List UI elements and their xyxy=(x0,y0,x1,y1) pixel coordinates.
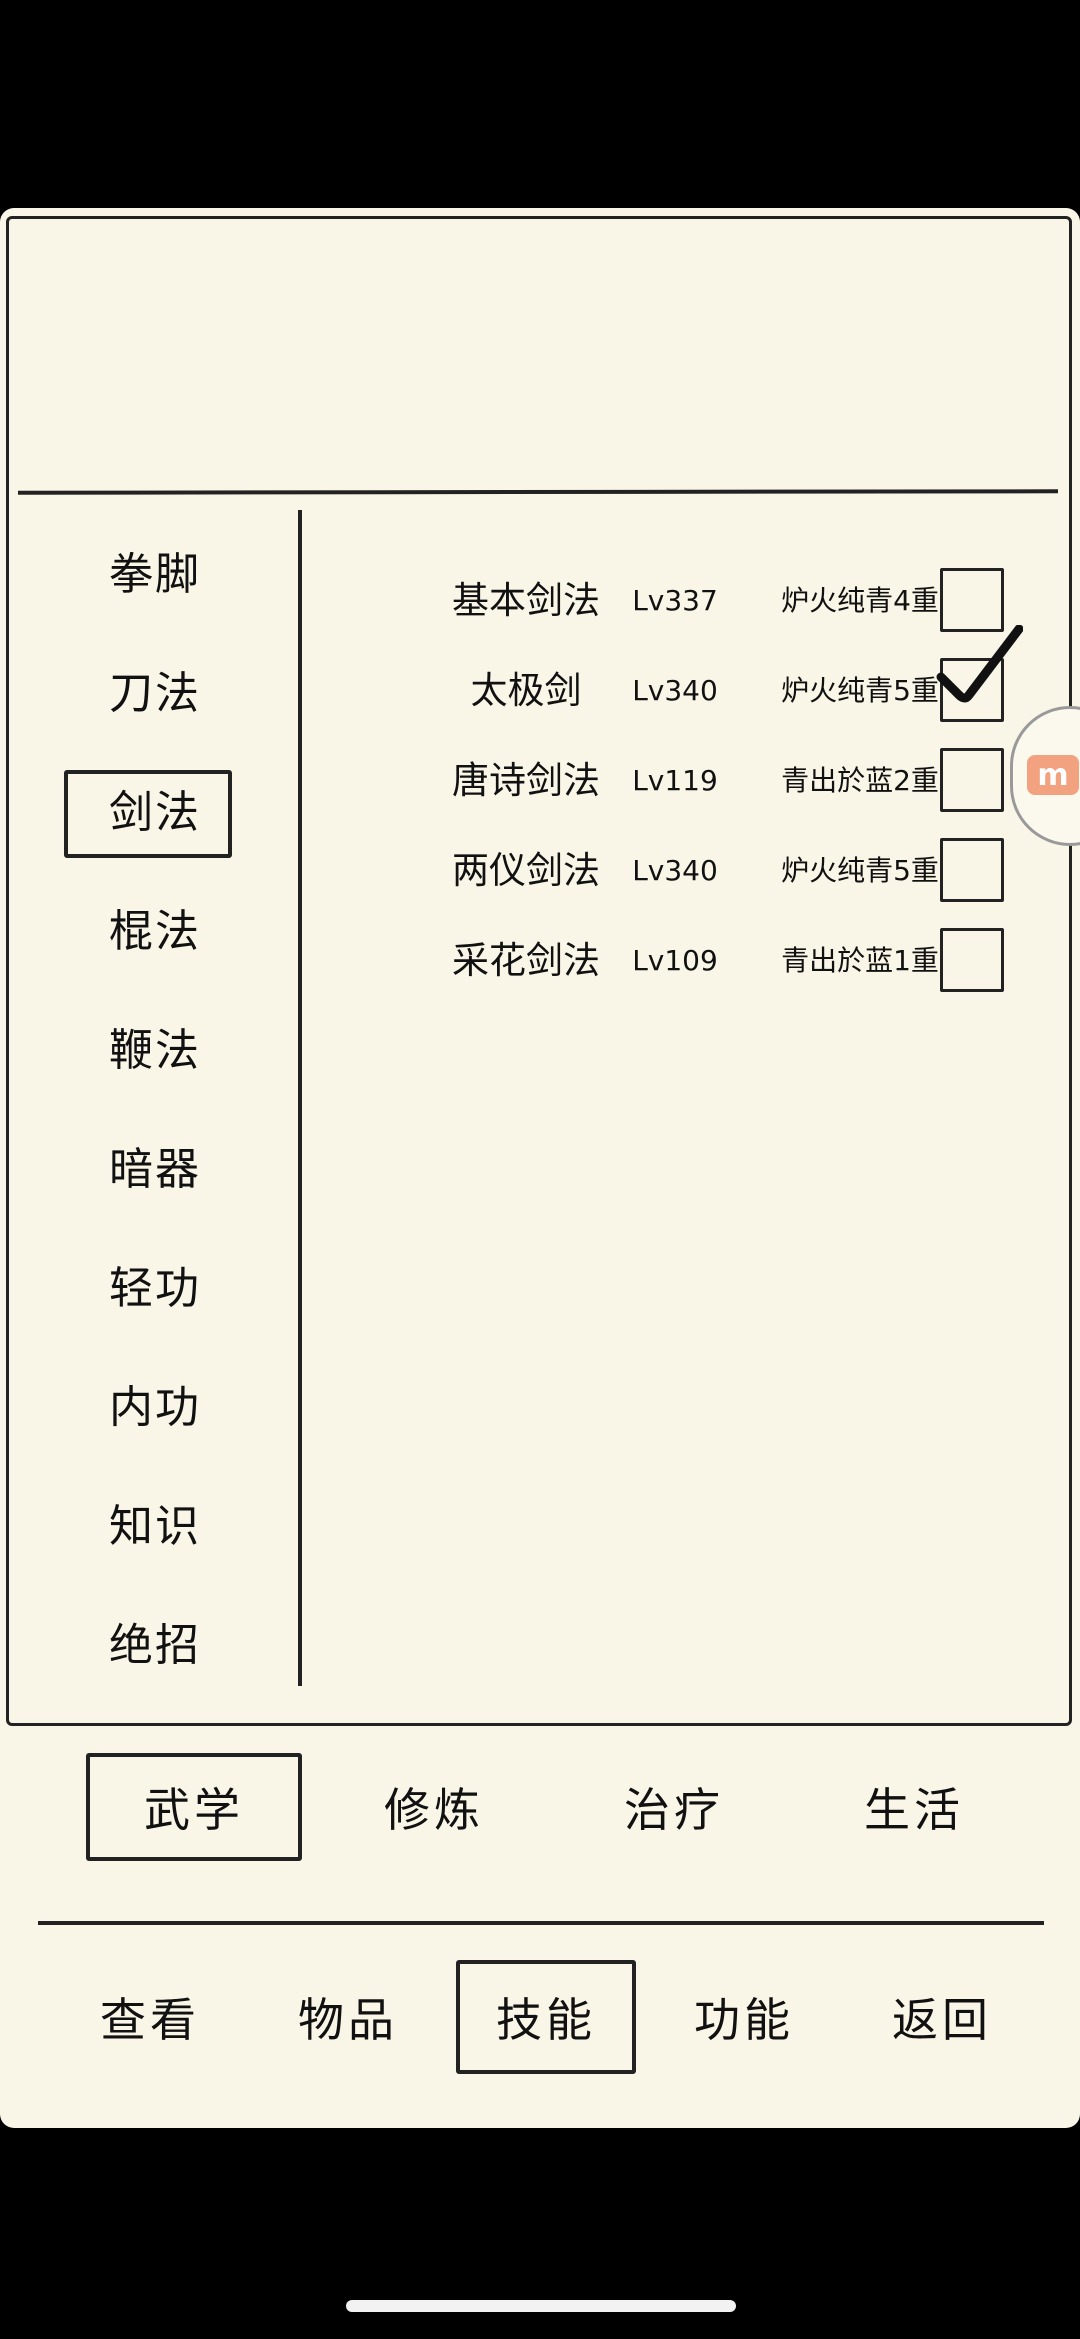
category-item[interactable]: 暗器 xyxy=(60,1105,250,1224)
category-label: 绝招 xyxy=(109,1619,201,1671)
app-logo-icon: m xyxy=(1027,755,1079,795)
category-list: 拳脚 刀法 剑法 棍法 鞭法 暗器 轻功 内功 知识 绝招 xyxy=(60,510,250,1700)
category-item[interactable]: 绝招 xyxy=(60,1581,250,1700)
category-item[interactable]: 刀法 xyxy=(60,629,250,748)
skill-checkbox[interactable] xyxy=(940,928,1004,992)
category-item[interactable]: 拳脚 xyxy=(60,510,250,629)
subtab-martial[interactable]: 武学 xyxy=(86,1753,302,1861)
skill-level: Lv119 xyxy=(632,764,718,797)
nav-items[interactable]: 物品 xyxy=(258,1960,438,2074)
skill-name: 采花剑法 xyxy=(452,939,600,982)
subtab-healing[interactable]: 治疗 xyxy=(566,1753,782,1861)
skill-name: 两仪剑法 xyxy=(452,849,600,892)
category-label: 内功 xyxy=(109,1381,201,1433)
subtab-life[interactable]: 生活 xyxy=(806,1753,1022,1861)
skill-name: 唐诗剑法 xyxy=(452,759,600,802)
subtab-training[interactable]: 修炼 xyxy=(326,1753,542,1861)
category-label: 棍法 xyxy=(109,905,201,957)
skill-checkbox[interactable] xyxy=(940,748,1004,812)
category-item[interactable]: 内功 xyxy=(60,1343,250,1462)
nav-view[interactable]: 查看 xyxy=(60,1960,240,2074)
skill-row[interactable]: 唐诗剑法 Lv119 青出於蓝2重 xyxy=(300,746,1020,816)
category-label: 刀法 xyxy=(109,667,201,719)
category-label: 暗器 xyxy=(109,1143,201,1195)
nav-label: 物品 xyxy=(298,1993,398,2047)
nav-label: 功能 xyxy=(694,1993,794,2047)
category-label: 鞭法 xyxy=(109,1024,201,1076)
category-item[interactable]: 鞭法 xyxy=(60,986,250,1105)
category-item[interactable]: 棍法 xyxy=(60,867,250,986)
skill-name: 太极剑 xyxy=(470,669,582,712)
home-indicator[interactable] xyxy=(346,2300,736,2312)
subtab-label: 武学 xyxy=(144,1783,244,1837)
skill-checkbox-checked[interactable] xyxy=(936,625,1023,722)
skill-level: Lv340 xyxy=(632,674,718,707)
skill-checkbox[interactable] xyxy=(940,838,1004,902)
skill-row[interactable]: 两仪剑法 Lv340 炉火纯青5重 xyxy=(300,836,1020,906)
checkmark-icon xyxy=(936,625,1023,703)
category-item[interactable]: 轻功 xyxy=(60,1224,250,1343)
nav-skills[interactable]: 技能 xyxy=(456,1960,636,2074)
skill-checkbox[interactable] xyxy=(940,568,1004,632)
nav-divider xyxy=(38,1921,1044,1925)
skill-row[interactable]: 采花剑法 Lv109 青出於蓝1重 xyxy=(300,926,1020,996)
nav-label: 返回 xyxy=(892,1993,992,2047)
nav-label: 技能 xyxy=(496,1993,596,2047)
category-label: 拳脚 xyxy=(109,548,201,600)
category-label: 知识 xyxy=(109,1500,201,1552)
skill-level: Lv337 xyxy=(632,584,718,617)
skill-row[interactable]: 太极剑 Lv340 炉火纯青5重 xyxy=(300,625,1023,726)
category-item-selected[interactable]: 剑法 xyxy=(60,748,250,867)
bottom-nav: 查看 物品 技能 功能 返回 xyxy=(40,1960,1040,2078)
skill-row[interactable]: 基本剑法 Lv337 炉火纯青4重 xyxy=(300,566,1020,636)
subtab-label: 生活 xyxy=(864,1783,964,1837)
category-label: 轻功 xyxy=(109,1262,201,1314)
subtab-label: 修炼 xyxy=(384,1783,484,1837)
nav-label: 查看 xyxy=(100,1993,200,2047)
skill-subtabs: 武学 修炼 治疗 生活 xyxy=(60,1753,1020,1863)
game-screen: 拳脚 刀法 剑法 棍法 鞭法 暗器 轻功 内功 知识 绝招 基本剑法 Lv337… xyxy=(0,208,1080,2128)
category-label: 剑法 xyxy=(109,786,201,838)
subtab-label: 治疗 xyxy=(624,1783,724,1837)
skill-level: Lv340 xyxy=(632,854,718,887)
category-item[interactable]: 知识 xyxy=(60,1462,250,1581)
skill-level: Lv109 xyxy=(632,944,718,977)
nav-functions[interactable]: 功能 xyxy=(654,1960,834,2074)
skill-name: 基本剑法 xyxy=(452,579,600,622)
nav-back[interactable]: 返回 xyxy=(852,1960,1032,2074)
